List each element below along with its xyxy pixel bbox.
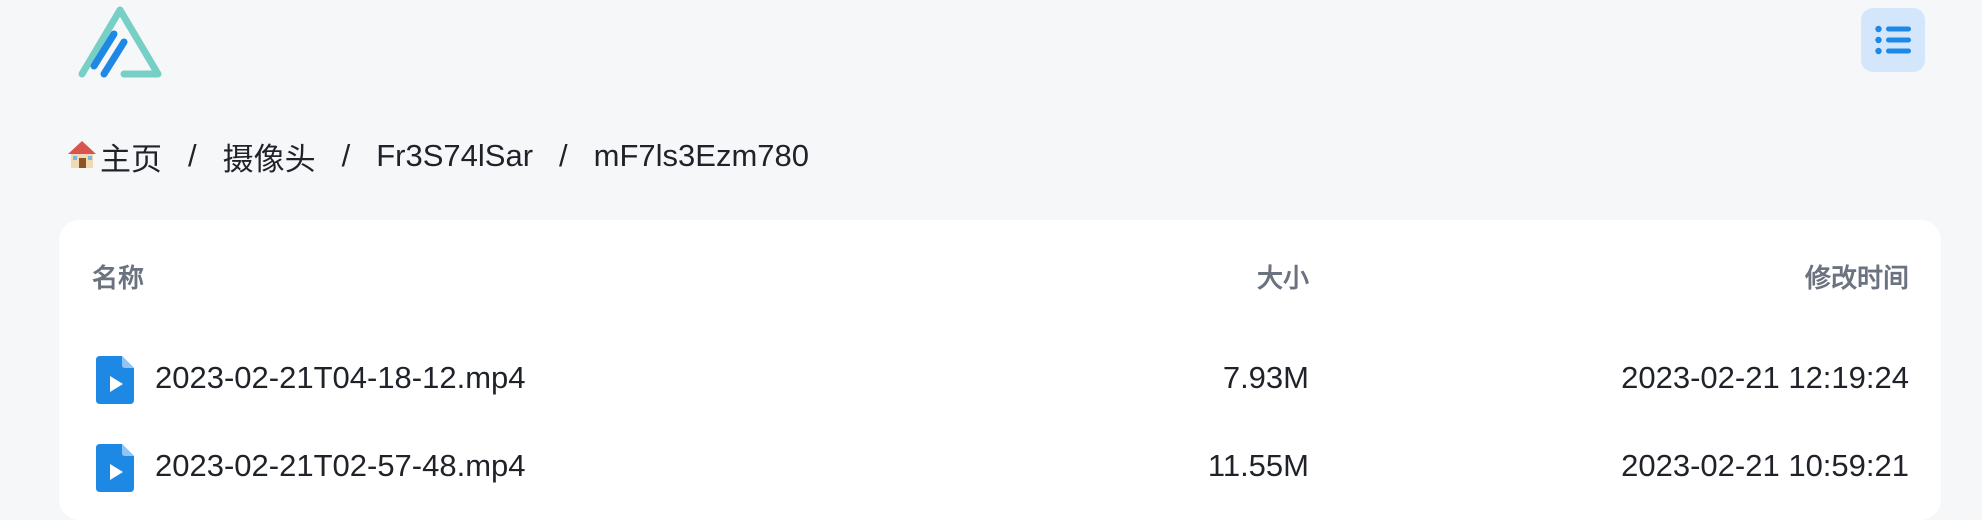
file-modified-time: 2023-02-21 12:19:24 [1621,360,1909,395]
list-menu-button[interactable] [1861,8,1925,72]
file-row[interactable]: 2023-02-21T04-18-12.mp4 7.93M 2023-02-21… [59,332,1941,420]
breadcrumb-item-camera[interactable]: 摄像头 [223,134,316,179]
breadcrumb-separator: / [559,138,568,173]
file-size: 11.55M [1207,448,1309,483]
breadcrumb: 主页 / 摄像头 / Fr3S74lSar / mF7ls3Ezm780 [66,134,809,178]
file-size: 7.93M [1222,360,1309,395]
column-header-size[interactable]: 大小 [1257,258,1309,295]
breadcrumb-separator: / [188,138,197,173]
video-file-icon [96,444,134,492]
file-row[interactable]: 2023-02-21T02-57-48.mp4 11.55M 2023-02-2… [59,420,1941,508]
file-name[interactable]: 2023-02-21T02-57-48.mp4 [155,448,526,484]
column-header-name[interactable]: 名称 [92,258,144,295]
file-list-header: 名称 大小 修改时间 [59,220,1941,326]
file-name[interactable]: 2023-02-21T04-18-12.mp4 [155,360,526,396]
file-list-card: 名称 大小 修改时间 2023-02-21T04-18-12.mp4 7.93M… [59,220,1941,520]
breadcrumb-home-link[interactable]: 主页 [66,134,162,179]
file-modified-time: 2023-02-21 10:59:21 [1621,448,1909,483]
breadcrumb-item-folder-1[interactable]: Fr3S74lSar [376,138,533,174]
alist-logo-icon[interactable] [78,4,162,78]
list-menu-icon [1875,25,1911,55]
video-file-icon [96,356,134,404]
column-header-modified[interactable]: 修改时间 [1805,258,1909,295]
breadcrumb-separator: / [341,138,351,173]
breadcrumb-home-label[interactable]: 主页 [100,134,162,179]
top-header [0,0,1982,90]
house-icon [68,141,96,168]
breadcrumb-item-folder-2[interactable]: mF7ls3Ezm780 [594,138,809,174]
